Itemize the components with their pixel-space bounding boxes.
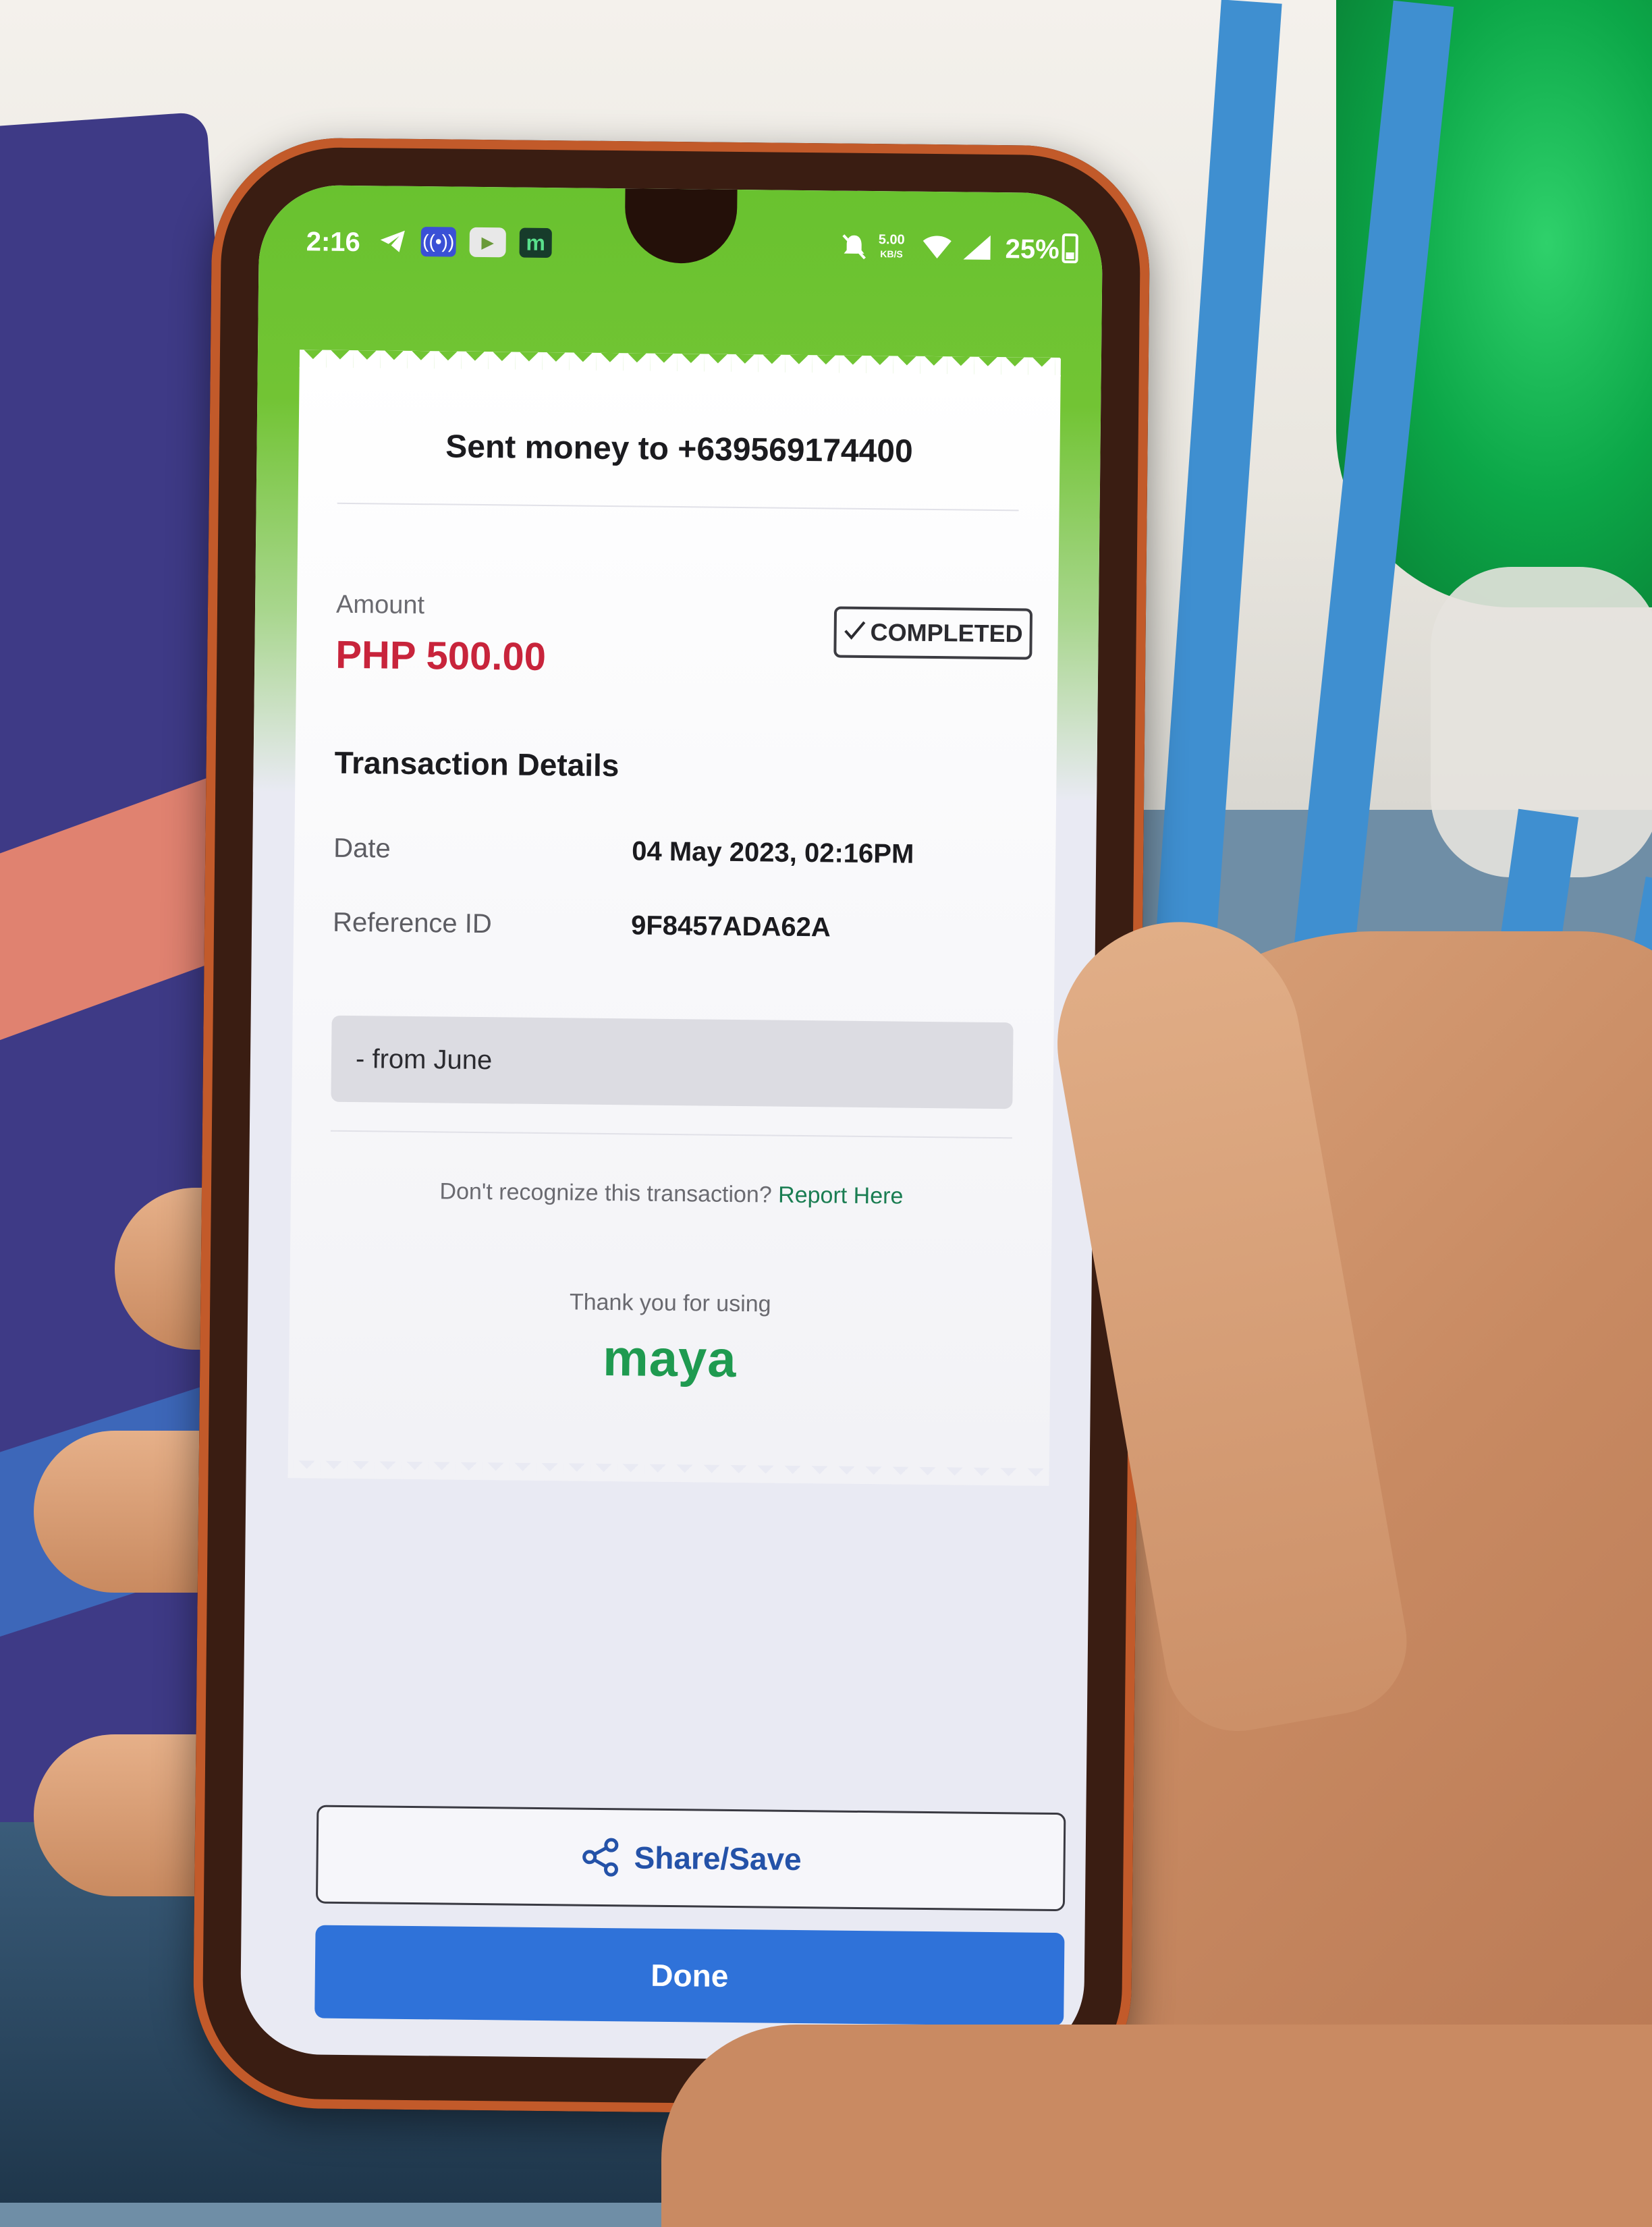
wifi-icon	[920, 232, 954, 263]
hand-base	[661, 2025, 1652, 2227]
report-line: Don't recognize this transaction? Report…	[291, 1177, 1052, 1211]
report-here-link[interactable]: Report Here	[778, 1182, 904, 1209]
receipt-edge-bottom	[287, 1459, 1049, 1486]
battery-percent: 25%	[1005, 234, 1059, 265]
report-question: Don't recognize this transaction?	[439, 1178, 772, 1208]
share-save-label: Share/Save	[634, 1840, 802, 1877]
amount-label: Amount	[335, 590, 425, 620]
network-speed: 5.00 KB/S	[878, 232, 905, 260]
share-save-button[interactable]: Share/Save	[315, 1805, 1066, 1912]
phone: 2:16 ((•)) ▶ m 5.00 KB/S 25% Sent money …	[192, 136, 1151, 2118]
transaction-details-heading: Transaction Details	[334, 744, 620, 783]
status-badge: COMPLETED	[833, 606, 1033, 660]
reference-value: 9F8457ADA62A	[630, 910, 831, 943]
bell-muted-icon	[837, 231, 870, 262]
done-label: Done	[651, 1957, 729, 1994]
battery-icon	[1062, 233, 1078, 264]
thanks-text: Thank you for using	[569, 1289, 771, 1317]
signal-icon	[959, 232, 994, 263]
transfer-note: - from June	[331, 1015, 1014, 1109]
amount-value: PHP 500.00	[335, 632, 547, 680]
youtube-icon: ▶	[469, 227, 506, 258]
check-icon	[843, 618, 866, 647]
m-app-icon: m	[519, 227, 552, 258]
status-bar: 2:16 ((•)) ▶ m 5.00 KB/S 25%	[258, 185, 1103, 295]
date-value: 04 May 2023, 02:16PM	[632, 836, 914, 869]
done-button[interactable]: Done	[314, 1925, 1065, 2027]
telegram-icon	[377, 226, 407, 256]
share-icon	[582, 1838, 619, 1877]
receipt-card: Sent money to +639569174400 Amount PHP 5…	[287, 350, 1061, 1486]
network-speed-value: 5.00	[878, 232, 905, 248]
phone-screen: 2:16 ((•)) ▶ m 5.00 KB/S 25% Sent money …	[240, 184, 1103, 2063]
reference-label: Reference ID	[332, 907, 493, 939]
divider	[330, 1130, 1012, 1139]
receipt-title: Sent money to +639569174400	[445, 429, 913, 470]
maya-logo: maya	[602, 1329, 738, 1389]
network-speed-unit: KB/S	[880, 248, 903, 260]
radio-icon: ((•))	[420, 227, 456, 257]
date-label: Date	[333, 833, 391, 864]
status-text: COMPLETED	[870, 618, 1023, 648]
divider	[337, 502, 1019, 512]
status-time: 2:16	[306, 227, 360, 258]
